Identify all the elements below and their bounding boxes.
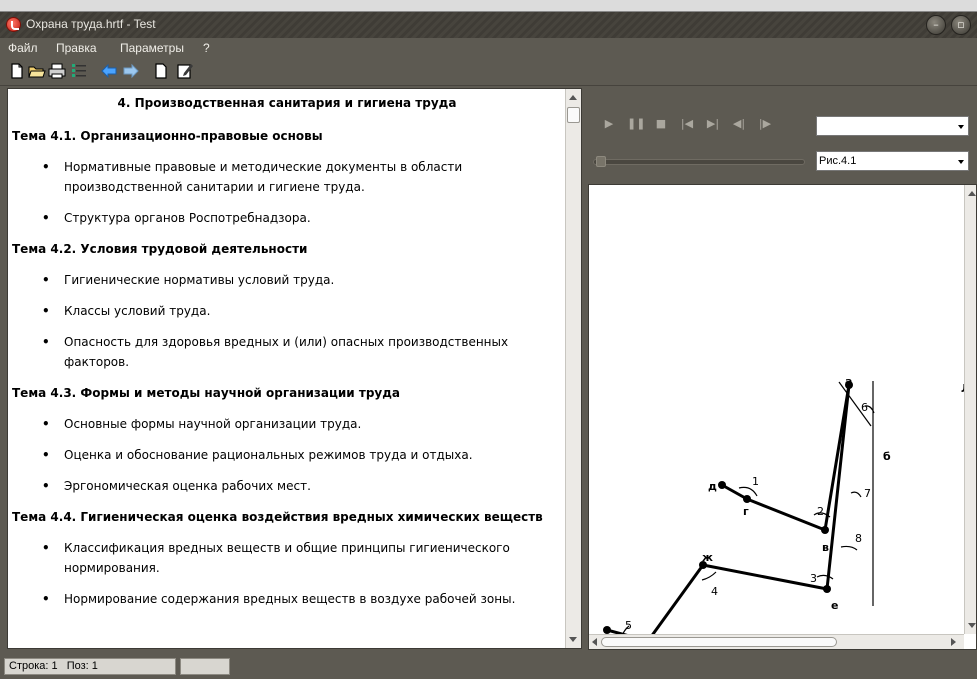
topic-heading: Тема 4.3. Формы и методы научной организ… [12,386,401,400]
angle-label-1: 1 [752,475,759,488]
progress-slider[interactable] [593,159,805,165]
scroll-down-arrow-icon[interactable] [569,637,577,642]
row-value: 1 [51,660,58,672]
topic-heading: Тема 4.4. Гигиеническая оценка воздейств… [12,510,543,524]
menu-settings[interactable]: Параметры [120,41,184,55]
point-label-e: е [831,599,838,612]
figure-vertical-scrollbar[interactable] [964,185,976,634]
point-label-d: д [708,480,717,493]
list-item: Классы условий труда. [8,301,566,321]
player-top-combo[interactable] [816,116,969,136]
pos-label: Поз: [66,660,89,672]
list-item: Основные формы научной организации труда… [8,414,566,434]
scroll-up-arrow-icon[interactable] [569,95,577,100]
figure-diagram: а б в г д е ж з и Л 1 2 3 4 5 6 7 8 [603,375,964,634]
point-label-g: г [743,505,749,518]
menu-help[interactable]: ? [203,41,210,55]
scroll-thumb[interactable] [601,637,837,647]
document-content[interactable]: 4. Производственная санитария и гигиена … [8,89,566,648]
minimize-button[interactable]: – [926,15,946,35]
angle-label-5: 5 [625,619,632,632]
list-item: Структура органов Роспотребнадзора. [8,208,566,228]
topic-heading: Тема 4.1. Организационно-правовые основы [12,129,323,143]
maximize-button[interactable]: ▫ [951,15,971,35]
skip-start-icon[interactable]: |◀ [679,116,695,132]
page-icon[interactable] [152,62,170,80]
menu-file[interactable]: Файл [8,41,38,55]
angle-label-2: 2 [817,505,824,518]
list-item: Классификация вредных веществ и общие пр… [8,538,566,578]
angle-label-3: 3 [810,572,817,585]
new-document-icon[interactable] [8,62,26,80]
point-label-v: в [822,541,829,554]
angle-label-6: 6 [861,401,868,414]
background-app-strip [0,0,977,12]
skip-end-icon[interactable]: ▶| [705,116,721,132]
figure-horizontal-scrollbar[interactable] [589,634,964,649]
title-bar[interactable]: Охрана труда.hrtf - Test – ▫ [0,12,977,38]
window-title: Охрана труда.hrtf - Test [26,17,156,31]
pos-value: 1 [91,660,98,672]
point-label-a: а [845,375,852,388]
app-window: Охрана труда.hrtf - Test – ▫ Файл Правка… [0,12,977,679]
scroll-down-arrow-icon[interactable] [968,623,976,628]
list-item: Нормирование содержания вредных веществ … [8,589,566,609]
scroll-left-arrow-icon[interactable] [592,638,597,646]
play-icon[interactable]: ▶ [601,116,617,132]
back-arrow-icon[interactable] [100,62,118,80]
list-item: Гигиенические нормативы условий труда. [8,270,566,290]
angle-label-4: 4 [711,585,718,598]
status-segment [180,658,230,675]
list-item: Нормативные правовые и методические доку… [8,157,566,197]
point-label-b: б [883,450,891,463]
list-item: Опасность для здоровья вредных и (или) о… [8,332,566,372]
open-folder-icon[interactable] [28,62,46,80]
cursor-position-box: Строка: 1 Поз: 1 [4,658,176,675]
topic-heading: Тема 4.2. Условия трудовой деятельности [12,242,308,256]
slider-thumb[interactable] [596,156,606,167]
toolbar [0,58,977,86]
figure-panel[interactable]: а б в г д е ж з и Л 1 2 3 4 5 6 7 8 [588,184,977,650]
stop-icon[interactable]: ■ [653,116,669,132]
pause-icon[interactable]: ❚❚ [627,116,645,132]
forward-arrow-icon[interactable] [122,62,140,80]
document-vertical-scrollbar[interactable] [565,89,581,648]
scroll-thumb[interactable] [567,107,580,123]
step-forward-icon[interactable]: |▶ [757,116,773,132]
chevron-down-icon[interactable] [958,160,964,164]
figure-select[interactable]: Рис.4.1 [816,151,969,171]
step-back-icon[interactable]: ◀| [731,116,747,132]
chevron-down-icon[interactable] [958,125,964,129]
menu-edit[interactable]: Правка [56,41,97,55]
scroll-right-arrow-icon[interactable] [951,638,956,646]
figure-select-value: Рис.4.1 [819,155,857,167]
menu-bar: Файл Правка Параметры ? [0,38,977,58]
edit-icon[interactable] [176,62,194,80]
angle-label-7: 7 [864,487,871,500]
point-label-zh: ж [702,551,713,564]
app-logo-icon[interactable] [6,17,21,32]
scroll-up-arrow-icon[interactable] [968,191,976,196]
print-icon[interactable] [48,62,66,80]
list-item: Эргономическая оценка рабочих мест. [8,476,566,496]
document-panel[interactable]: 4. Производственная санитария и гигиена … [7,88,582,649]
list-item: Оценка и обоснование рациональных режимо… [8,445,566,465]
angle-label-8: 8 [855,532,862,545]
status-bar: Строка: 1 Поз: 1 [0,652,977,679]
document-heading: 4. Производственная санитария и гигиена … [117,96,457,110]
contents-icon[interactable] [70,62,88,80]
row-label: Строка: [9,660,49,672]
